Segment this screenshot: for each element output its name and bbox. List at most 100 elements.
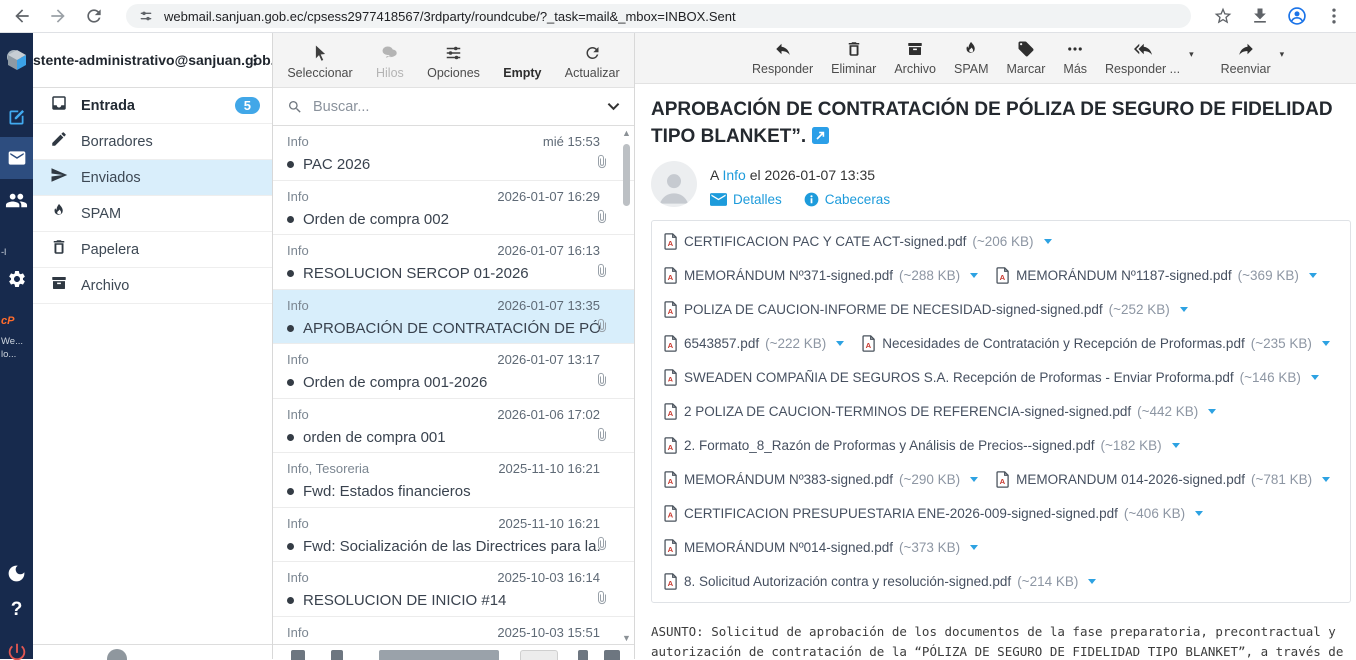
attachment-menu-caret-icon[interactable]	[1180, 307, 1188, 312]
attachment-menu-caret-icon[interactable]	[1322, 477, 1330, 482]
reply-all-button[interactable]: Responder ...	[1096, 33, 1189, 83]
list-scrollbar[interactable]: ▲ ▼	[620, 128, 633, 643]
message-row[interactable]: Info 2026-01-07 16:13 RESOLUCION SERCOP …	[273, 235, 634, 290]
unread-bullet	[287, 434, 294, 441]
attachment-chip[interactable]: A MEMORANDUM 014-2026-signed.pdf (~781 K…	[996, 471, 1330, 488]
svg-text:A: A	[668, 341, 674, 350]
refresh-button[interactable]: Actualizar	[556, 33, 629, 87]
folder-label: Archivo	[81, 278, 129, 294]
dark-mode-moon-icon[interactable]	[0, 563, 33, 584]
attachment-name: 2. Formato_8_Razón de Proformas y Anális…	[684, 438, 1094, 453]
url-text[interactable]: webmail.sanjuan.gob.ec/cpsess2977418567/…	[164, 9, 736, 24]
more-button[interactable]: Más	[1054, 33, 1096, 83]
attachment-chip[interactable]: A MEMORÁNDUM Nº1187-signed.pdf (~369 KB)	[996, 267, 1317, 284]
recipient-link[interactable]: Info	[722, 167, 745, 183]
attachment-chip[interactable]: A Necesidades de Contratación y Recepció…	[862, 335, 1330, 352]
reload-icon[interactable]	[84, 6, 104, 26]
unread-bullet	[287, 488, 294, 495]
attachment-menu-caret-icon[interactable]	[1311, 375, 1319, 380]
message-row[interactable]: Info 2025-10-03 16:14 RESOLUCION DE INIC…	[273, 562, 634, 617]
attachment-size: (~373 KB)	[899, 540, 960, 555]
rail-contacts-icon[interactable]	[0, 189, 33, 212]
attachment-chip[interactable]: A SWEADEN COMPAÑIA DE SEGUROS S.A. Recep…	[664, 369, 1319, 386]
menu-kebab-icon[interactable]	[1324, 6, 1344, 26]
details-link[interactable]: Detalles	[710, 192, 782, 207]
attachment-menu-caret-icon[interactable]	[1208, 409, 1216, 414]
attachment-menu-caret-icon[interactable]	[836, 341, 844, 346]
scroll-thumb[interactable]	[623, 144, 630, 206]
attachment-menu-caret-icon[interactable]	[970, 545, 978, 550]
rail-mail-item[interactable]	[0, 137, 33, 179]
attachment-menu-caret-icon[interactable]	[970, 477, 978, 482]
rail-settings-icon[interactable]	[0, 269, 33, 289]
attachment-chip[interactable]: A 2 POLIZA DE CAUCION-TERMINOS DE REFERE…	[664, 403, 1216, 420]
options-button[interactable]: Opciones	[418, 33, 489, 87]
attachment-chip[interactable]: A MEMORÁNDUM Nº371-signed.pdf (~288 KB)	[664, 267, 978, 284]
app-rail: -l cP We... lo... ?	[0, 33, 33, 659]
forward-button[interactable]: Reenviar	[1212, 33, 1280, 83]
downloads-icon[interactable]	[1250, 6, 1270, 26]
message-row[interactable]: Info 2025-11-10 16:21 Fwd: Socialización…	[273, 508, 634, 563]
account-header[interactable]: stente-administrativo@sanjuan.gob.ec	[33, 33, 272, 88]
spam-button[interactable]: SPAM	[945, 33, 998, 83]
bookmark-star-icon[interactable]	[1213, 6, 1233, 26]
attachment-chip[interactable]: A 2. Formato_8_Razón de Proformas y Anál…	[664, 437, 1180, 454]
logout-power-icon[interactable]	[0, 641, 33, 660]
attachment-chip[interactable]: A POLIZA DE CAUCION-INFORME DE NECESIDAD…	[664, 301, 1188, 318]
reply-button[interactable]: Responder	[743, 33, 822, 83]
empty-folder-button[interactable]: Empty	[494, 33, 550, 87]
pdf-file-icon: A	[664, 539, 678, 556]
attachment-menu-caret-icon[interactable]	[970, 273, 978, 278]
attachment-chip[interactable]: A MEMORÁNDUM Nº383-signed.pdf (~290 KB)	[664, 471, 978, 488]
pdf-file-icon: A	[996, 267, 1010, 284]
forward-icon[interactable]	[48, 6, 68, 26]
search-input[interactable]	[313, 99, 597, 115]
attachment-chip[interactable]: A 6543857.pdf (~222 KB)	[664, 335, 844, 352]
search-chevron-down-icon[interactable]	[607, 102, 620, 111]
attachment-menu-caret-icon[interactable]	[1322, 341, 1330, 346]
archive-button[interactable]: Archivo	[885, 33, 945, 83]
folder-item[interactable]: Papelera	[33, 232, 272, 268]
attachment-chip[interactable]: A CERTIFICACION PRESUPUESTARIA ENE-2026-…	[664, 505, 1203, 522]
attachment-chip[interactable]: A MEMORÁNDUM Nº014-signed.pdf (~373 KB)	[664, 539, 978, 556]
pdf-file-icon: A	[996, 471, 1010, 488]
message-row[interactable]: Info 2026-01-07 13:35 APROBACIÓN DE CONT…	[273, 290, 634, 345]
folder-item[interactable]: Enviados	[33, 160, 272, 196]
cpanel-logo[interactable]: cP	[0, 315, 33, 327]
reply-all-caret-icon[interactable]: ▾	[1189, 49, 1194, 83]
attachment-chip[interactable]: A CERTIFICACION PAC Y CATE ACT-signed.pd…	[664, 233, 1052, 250]
delete-button[interactable]: Eliminar	[822, 33, 885, 83]
pdf-file-icon: A	[664, 233, 678, 250]
select-button[interactable]: Seleccionar	[278, 33, 361, 87]
profile-icon[interactable]	[1287, 6, 1307, 26]
help-icon[interactable]: ?	[0, 599, 33, 621]
forward-caret-icon[interactable]: ▾	[1280, 49, 1285, 83]
attachment-menu-caret-icon[interactable]	[1172, 443, 1180, 448]
message-row[interactable]: Info 2026-01-07 13:17 Orden de compra 00…	[273, 344, 634, 399]
folder-item[interactable]: Entrada 5	[33, 88, 272, 124]
headers-link[interactable]: Cabeceras	[804, 192, 890, 207]
message-row[interactable]: Info 2026-01-07 16:29 Orden de compra 00…	[273, 181, 634, 236]
attachment-menu-caret-icon[interactable]	[1088, 579, 1096, 584]
attachment-menu-caret-icon[interactable]	[1044, 239, 1052, 244]
compose-icon[interactable]	[0, 107, 33, 128]
account-menu-kebab-icon[interactable]	[248, 52, 262, 68]
site-settings-icon[interactable]	[138, 8, 154, 24]
folder-item[interactable]: SPAM	[33, 196, 272, 232]
scroll-up-arrow[interactable]: ▲	[620, 128, 633, 138]
attachment-menu-caret-icon[interactable]	[1309, 273, 1317, 278]
scroll-down-arrow[interactable]: ▼	[620, 633, 633, 643]
folder-item[interactable]: Archivo	[33, 268, 272, 304]
message-row[interactable]: Info mié 15:53 PAC 2026	[273, 126, 634, 181]
attachment-chip[interactable]: A 8. Solicitud Autorización contra y res…	[664, 573, 1096, 590]
message-row[interactable]: Info, Tesoreria 2025-11-10 16:21 Fwd: Es…	[273, 453, 634, 508]
address-bar[interactable]: webmail.sanjuan.gob.ec/cpsess2977418567/…	[126, 4, 1191, 28]
mark-button[interactable]: Marcar	[998, 33, 1055, 83]
webmail-logo[interactable]	[0, 48, 33, 74]
message-row[interactable]: Info 2026-01-06 17:02 orden de compra 00…	[273, 399, 634, 454]
message-recipients: Info	[287, 243, 309, 258]
open-external-icon[interactable]	[812, 125, 829, 152]
attachment-menu-caret-icon[interactable]	[1195, 511, 1203, 516]
back-icon[interactable]	[12, 6, 32, 26]
folder-item[interactable]: Borradores	[33, 124, 272, 160]
